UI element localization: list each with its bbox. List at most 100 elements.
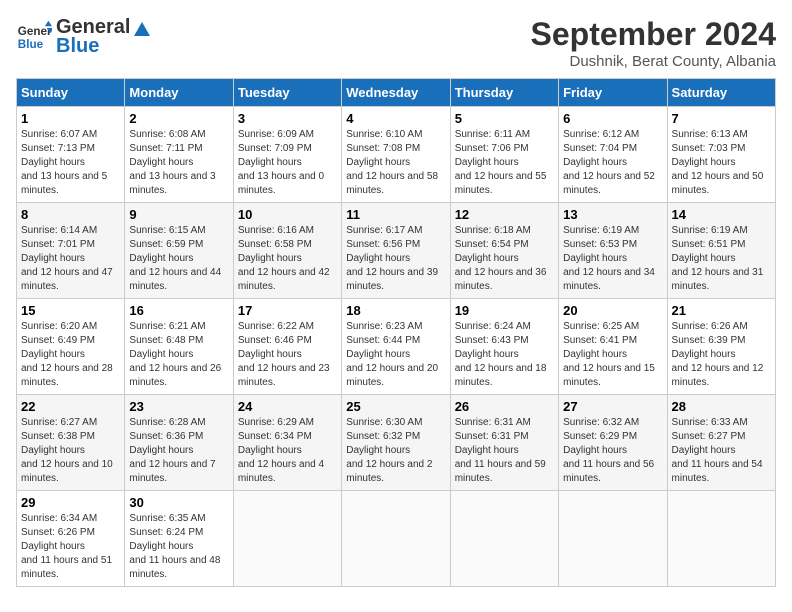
calendar-cell: 1 Sunrise: 6:07 AM Sunset: 7:13 PM Dayli…	[17, 107, 125, 203]
day-number: 22	[21, 399, 120, 414]
calendar-cell: 9 Sunrise: 6:15 AM Sunset: 6:59 PM Dayli…	[125, 203, 233, 299]
day-number: 28	[672, 399, 771, 414]
day-info: Sunrise: 6:24 AM Sunset: 6:43 PM Dayligh…	[455, 320, 554, 390]
day-number: 24	[238, 399, 337, 414]
day-info: Sunrise: 6:30 AM Sunset: 6:32 PM Dayligh…	[346, 416, 445, 486]
calendar-cell	[667, 491, 775, 587]
day-info: Sunrise: 6:28 AM Sunset: 6:36 PM Dayligh…	[129, 416, 228, 486]
day-number: 12	[455, 207, 554, 222]
calendar-header-row: SundayMondayTuesdayWednesdayThursdayFrid…	[17, 79, 776, 107]
day-info: Sunrise: 6:17 AM Sunset: 6:56 PM Dayligh…	[346, 224, 445, 294]
calendar-cell: 4 Sunrise: 6:10 AM Sunset: 7:08 PM Dayli…	[342, 107, 450, 203]
calendar-cell: 5 Sunrise: 6:11 AM Sunset: 7:06 PM Dayli…	[450, 107, 558, 203]
day-info: Sunrise: 6:31 AM Sunset: 6:31 PM Dayligh…	[455, 416, 554, 486]
day-info: Sunrise: 6:26 AM Sunset: 6:39 PM Dayligh…	[672, 320, 771, 390]
day-info: Sunrise: 6:20 AM Sunset: 6:49 PM Dayligh…	[21, 320, 120, 390]
day-info: Sunrise: 6:12 AM Sunset: 7:04 PM Dayligh…	[563, 128, 662, 198]
svg-text:General: General	[18, 25, 52, 38]
calendar-cell: 28 Sunrise: 6:33 AM Sunset: 6:27 PM Dayl…	[667, 395, 775, 491]
day-info: Sunrise: 6:29 AM Sunset: 6:34 PM Dayligh…	[238, 416, 337, 486]
day-number: 2	[129, 111, 228, 126]
day-number: 18	[346, 303, 445, 318]
calendar-cell: 6 Sunrise: 6:12 AM Sunset: 7:04 PM Dayli…	[559, 107, 667, 203]
calendar-cell: 21 Sunrise: 6:26 AM Sunset: 6:39 PM Dayl…	[667, 299, 775, 395]
day-info: Sunrise: 6:22 AM Sunset: 6:46 PM Dayligh…	[238, 320, 337, 390]
day-info: Sunrise: 6:15 AM Sunset: 6:59 PM Dayligh…	[129, 224, 228, 294]
calendar-week-row: 22 Sunrise: 6:27 AM Sunset: 6:38 PM Dayl…	[17, 395, 776, 491]
calendar-week-row: 29 Sunrise: 6:34 AM Sunset: 6:26 PM Dayl…	[17, 491, 776, 587]
day-number: 3	[238, 111, 337, 126]
calendar-cell: 2 Sunrise: 6:08 AM Sunset: 7:11 PM Dayli…	[125, 107, 233, 203]
day-number: 9	[129, 207, 228, 222]
day-number: 26	[455, 399, 554, 414]
day-number: 15	[21, 303, 120, 318]
calendar-cell: 16 Sunrise: 6:21 AM Sunset: 6:48 PM Dayl…	[125, 299, 233, 395]
calendar-cell: 23 Sunrise: 6:28 AM Sunset: 6:36 PM Dayl…	[125, 395, 233, 491]
day-info: Sunrise: 6:11 AM Sunset: 7:06 PM Dayligh…	[455, 128, 554, 198]
calendar-cell: 15 Sunrise: 6:20 AM Sunset: 6:49 PM Dayl…	[17, 299, 125, 395]
calendar-cell: 27 Sunrise: 6:32 AM Sunset: 6:29 PM Dayl…	[559, 395, 667, 491]
calendar-cell: 17 Sunrise: 6:22 AM Sunset: 6:46 PM Dayl…	[233, 299, 341, 395]
day-number: 27	[563, 399, 662, 414]
calendar-week-row: 8 Sunrise: 6:14 AM Sunset: 7:01 PM Dayli…	[17, 203, 776, 299]
title-block: September 2024 Dushnik, Berat County, Al…	[531, 16, 776, 70]
logo: General Blue General Blue	[16, 16, 152, 58]
calendar-cell: 29 Sunrise: 6:34 AM Sunset: 6:26 PM Dayl…	[17, 491, 125, 587]
svg-text:Blue: Blue	[18, 38, 44, 51]
day-number: 14	[672, 207, 771, 222]
day-number: 16	[129, 303, 228, 318]
weekday-header-thursday: Thursday	[450, 79, 558, 107]
day-info: Sunrise: 6:18 AM Sunset: 6:54 PM Dayligh…	[455, 224, 554, 294]
calendar-body: 1 Sunrise: 6:07 AM Sunset: 7:13 PM Dayli…	[17, 107, 776, 587]
calendar-cell: 19 Sunrise: 6:24 AM Sunset: 6:43 PM Dayl…	[450, 299, 558, 395]
day-number: 10	[238, 207, 337, 222]
day-info: Sunrise: 6:35 AM Sunset: 6:24 PM Dayligh…	[129, 512, 228, 582]
day-number: 1	[21, 111, 120, 126]
day-number: 21	[672, 303, 771, 318]
day-info: Sunrise: 6:27 AM Sunset: 6:38 PM Dayligh…	[21, 416, 120, 486]
location-title: Dushnik, Berat County, Albania	[531, 53, 776, 70]
weekday-header-saturday: Saturday	[667, 79, 775, 107]
calendar-cell: 13 Sunrise: 6:19 AM Sunset: 6:53 PM Dayl…	[559, 203, 667, 299]
calendar-cell	[342, 491, 450, 587]
calendar-cell: 7 Sunrise: 6:13 AM Sunset: 7:03 PM Dayli…	[667, 107, 775, 203]
day-info: Sunrise: 6:07 AM Sunset: 7:13 PM Dayligh…	[21, 128, 120, 198]
day-number: 30	[129, 495, 228, 510]
day-number: 8	[21, 207, 120, 222]
day-info: Sunrise: 6:21 AM Sunset: 6:48 PM Dayligh…	[129, 320, 228, 390]
calendar-cell: 12 Sunrise: 6:18 AM Sunset: 6:54 PM Dayl…	[450, 203, 558, 299]
day-number: 17	[238, 303, 337, 318]
weekday-header-monday: Monday	[125, 79, 233, 107]
day-number: 7	[672, 111, 771, 126]
day-info: Sunrise: 6:13 AM Sunset: 7:03 PM Dayligh…	[672, 128, 771, 198]
calendar-cell	[559, 491, 667, 587]
day-info: Sunrise: 6:33 AM Sunset: 6:27 PM Dayligh…	[672, 416, 771, 486]
month-title: September 2024	[531, 16, 776, 53]
calendar-cell: 26 Sunrise: 6:31 AM Sunset: 6:31 PM Dayl…	[450, 395, 558, 491]
day-number: 23	[129, 399, 228, 414]
weekday-header-wednesday: Wednesday	[342, 79, 450, 107]
calendar-cell: 11 Sunrise: 6:17 AM Sunset: 6:56 PM Dayl…	[342, 203, 450, 299]
calendar-cell: 18 Sunrise: 6:23 AM Sunset: 6:44 PM Dayl…	[342, 299, 450, 395]
logo-icon: General Blue	[16, 19, 52, 55]
calendar-cell: 22 Sunrise: 6:27 AM Sunset: 6:38 PM Dayl…	[17, 395, 125, 491]
weekday-header-tuesday: Tuesday	[233, 79, 341, 107]
day-number: 13	[563, 207, 662, 222]
weekday-header-sunday: Sunday	[17, 79, 125, 107]
day-info: Sunrise: 6:19 AM Sunset: 6:51 PM Dayligh…	[672, 224, 771, 294]
day-number: 4	[346, 111, 445, 126]
calendar-cell	[450, 491, 558, 587]
calendar-cell: 24 Sunrise: 6:29 AM Sunset: 6:34 PM Dayl…	[233, 395, 341, 491]
day-number: 5	[455, 111, 554, 126]
calendar-cell: 10 Sunrise: 6:16 AM Sunset: 6:58 PM Dayl…	[233, 203, 341, 299]
day-info: Sunrise: 6:19 AM Sunset: 6:53 PM Dayligh…	[563, 224, 662, 294]
day-info: Sunrise: 6:09 AM Sunset: 7:09 PM Dayligh…	[238, 128, 337, 198]
day-number: 19	[455, 303, 554, 318]
day-info: Sunrise: 6:10 AM Sunset: 7:08 PM Dayligh…	[346, 128, 445, 198]
page-header: General Blue General Blue September 2024…	[16, 16, 776, 70]
calendar-cell: 30 Sunrise: 6:35 AM Sunset: 6:24 PM Dayl…	[125, 491, 233, 587]
calendar-table: SundayMondayTuesdayWednesdayThursdayFrid…	[16, 78, 776, 587]
day-number: 11	[346, 207, 445, 222]
calendar-cell: 3 Sunrise: 6:09 AM Sunset: 7:09 PM Dayli…	[233, 107, 341, 203]
calendar-cell: 14 Sunrise: 6:19 AM Sunset: 6:51 PM Dayl…	[667, 203, 775, 299]
